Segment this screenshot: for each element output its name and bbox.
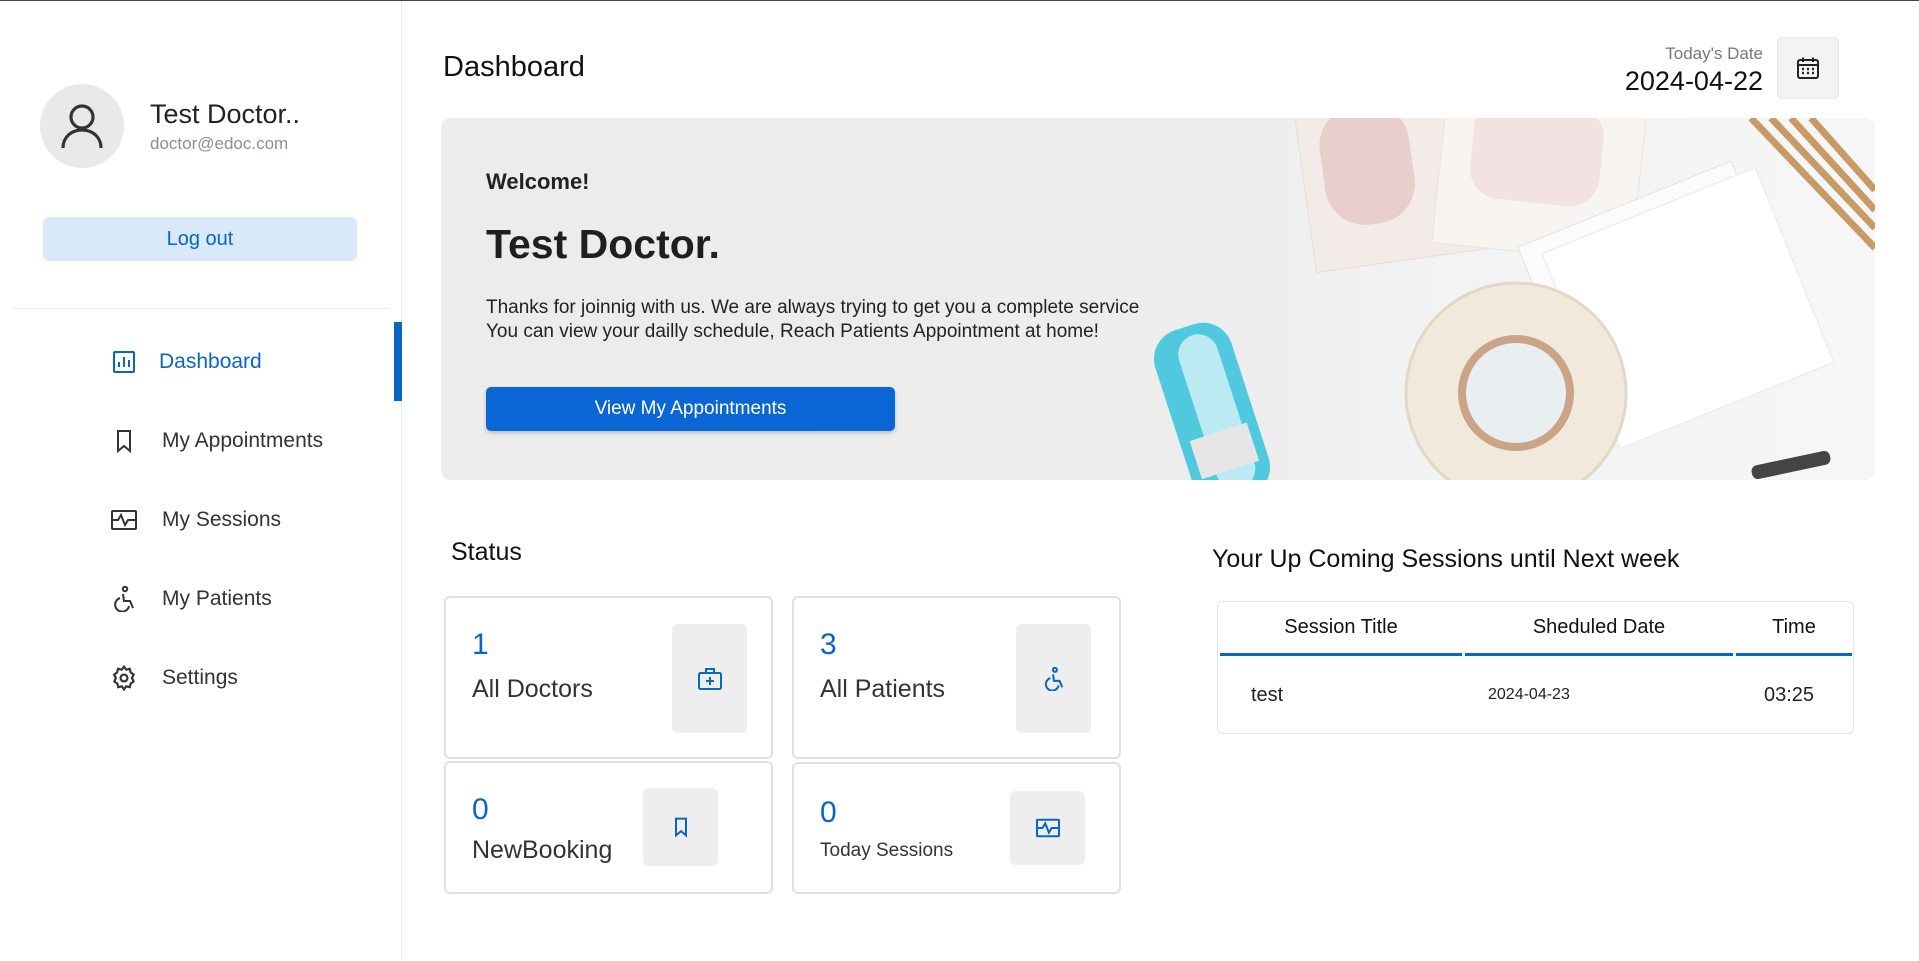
sessions-icon [110, 506, 138, 534]
wheelchair-icon [1016, 624, 1091, 733]
sidebar: Test Doctor.. doctor@edoc.com Log out Da… [0, 1, 402, 961]
calendar-button[interactable] [1777, 37, 1839, 99]
logout-button[interactable]: Log out [43, 217, 357, 261]
doctor-name-heading: Test Doctor. [486, 221, 720, 267]
card-value: 0 [820, 796, 837, 829]
user-icon [61, 104, 103, 149]
sidebar-item-label: My Patients [162, 586, 272, 610]
todays-date: Today's Date 2024-04-22 [1625, 44, 1763, 97]
sidebar-item-settings[interactable]: Settings [0, 638, 402, 717]
sidebar-item-dashboard[interactable]: Dashboard [0, 322, 402, 401]
banner-line-2: You can view your dailly schedule, Reach… [486, 321, 1099, 342]
welcome-banner: Welcome! Test Doctor. Thanks for joinnig… [441, 118, 1875, 480]
upcoming-sessions-title: Your Up Coming Sessions until Next week [1212, 545, 1680, 573]
card-label: All Doctors [472, 675, 593, 703]
status-card-today-sessions[interactable]: 0 Today Sessions [792, 762, 1121, 894]
status-card-all-patients[interactable]: 3 All Patients [792, 596, 1121, 759]
date-value: 2024-04-22 [1624, 66, 1763, 96]
sidebar-item-my-appointments[interactable]: My Appointments [0, 401, 402, 480]
bookmark-icon [110, 427, 138, 455]
sidebar-item-my-patients[interactable]: My Patients [0, 559, 402, 638]
column-header-scheduled-date[interactable]: Sheduled Date [1465, 602, 1733, 656]
page-title: Dashboard [443, 51, 585, 83]
profile: Test Doctor.. doctor@edoc.com [40, 84, 300, 168]
column-header-time[interactable]: Time [1736, 602, 1852, 656]
column-header-session-title[interactable]: Session Title [1220, 602, 1462, 656]
banner-description: Thanks for joinnig with us. We are alway… [486, 296, 1139, 344]
status-title: Status [451, 538, 522, 566]
session-date-cell: 2024-04-23 [1488, 686, 1570, 703]
profile-email: doctor@edoc.com [150, 133, 289, 153]
card-value: 0 [472, 793, 489, 826]
gear-icon [110, 664, 138, 692]
sidebar-menu: Dashboard My Appointments My Sessions My… [0, 322, 402, 717]
session-time-cell: 03:25 [1764, 683, 1815, 706]
banner-line-1: Thanks for joinnig with us. We are alway… [486, 297, 1140, 318]
sessions-table: Session Title Sheduled Date Time test 20… [1217, 601, 1854, 734]
card-label: NewBooking [472, 836, 613, 864]
card-label: All Patients [820, 675, 946, 703]
date-label: Today's Date [1665, 44, 1763, 63]
sidebar-item-label: My Sessions [162, 507, 282, 531]
calendar-icon [1797, 57, 1819, 79]
session-title-cell: test [1251, 683, 1284, 706]
dashboard-icon [110, 348, 138, 376]
bookmark-icon [643, 788, 718, 866]
profile-name: Test Doctor.. [150, 98, 301, 129]
status-card-all-doctors[interactable]: 1 All Doctors [444, 596, 773, 759]
sidebar-item-my-sessions[interactable]: My Sessions [0, 480, 402, 559]
view-appointments-button[interactable]: View My Appointments [486, 387, 895, 431]
medical-kit-icon [672, 624, 747, 733]
card-label: Today Sessions [820, 840, 954, 861]
card-value: 3 [820, 628, 837, 661]
card-value: 1 [472, 628, 489, 661]
sidebar-item-label: Settings [162, 665, 238, 689]
avatar [40, 84, 124, 168]
sidebar-item-label: My Appointments [162, 428, 324, 452]
welcome-text: Welcome! [486, 169, 590, 194]
status-card-new-booking[interactable]: 0 NewBooking [444, 761, 773, 894]
wheelchair-icon [110, 585, 138, 613]
sidebar-divider [13, 308, 389, 309]
sidebar-item-label: Dashboard [159, 349, 262, 373]
sessions-icon [1010, 791, 1085, 865]
